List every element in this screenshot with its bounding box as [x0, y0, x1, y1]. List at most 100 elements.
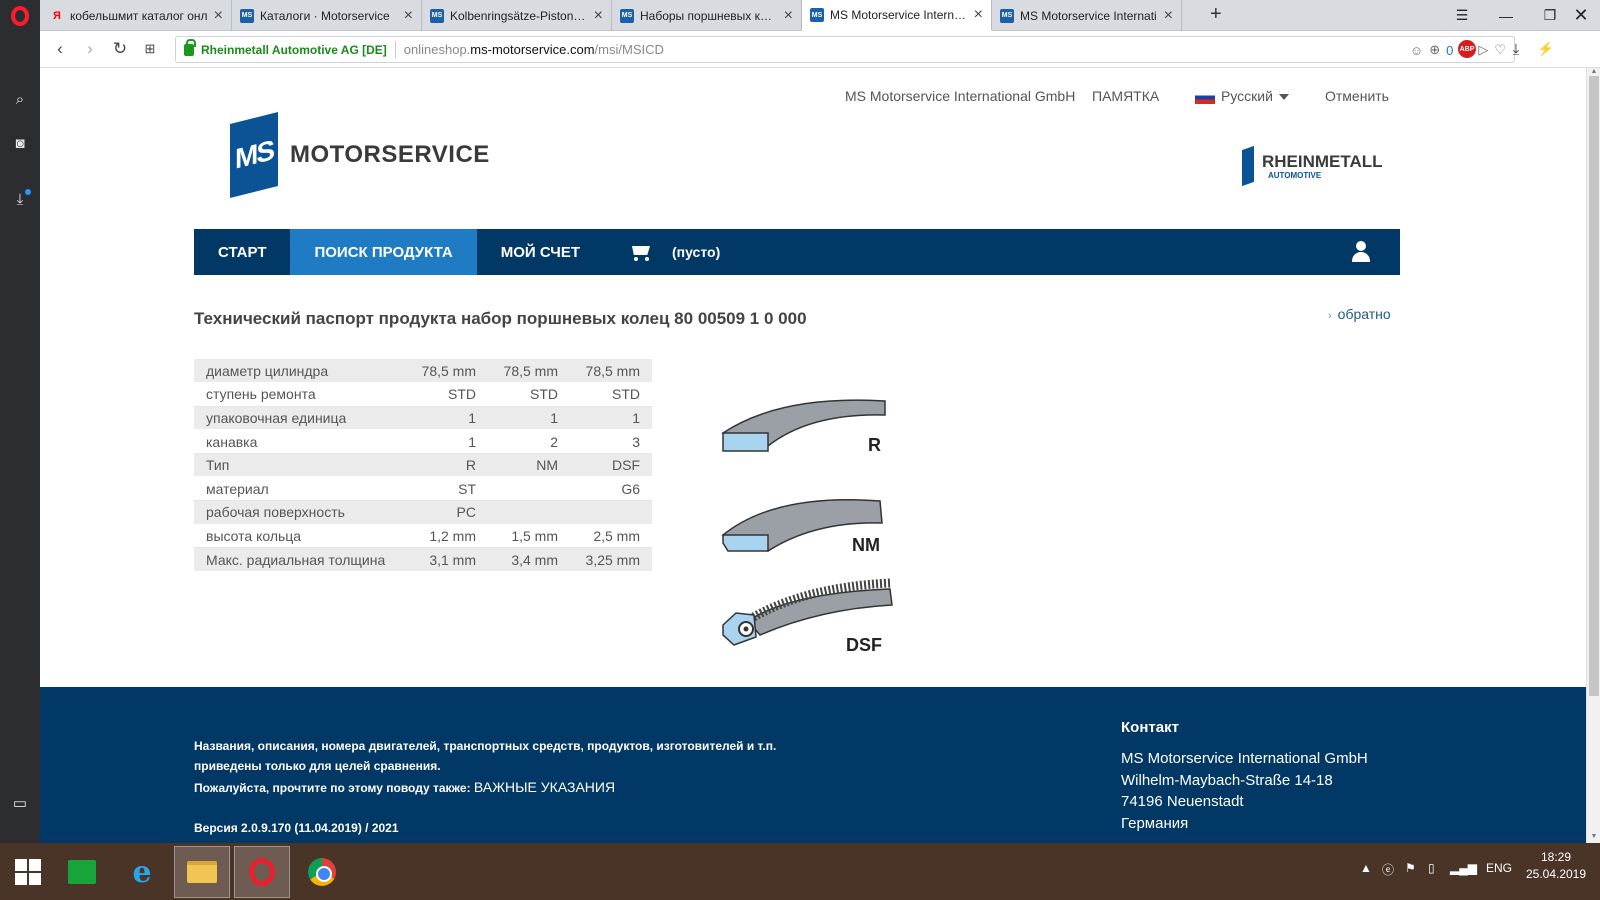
topnav-memo-link[interactable]: ПАМЯТКА: [1092, 88, 1159, 104]
nav-my-account[interactable]: МОЙ СЧЕТ: [477, 229, 604, 275]
tab-title: кобельшмит каталог онл: [70, 8, 208, 23]
taskbar-store[interactable]: [54, 846, 110, 898]
nav-start[interactable]: СТАРТ: [194, 229, 290, 275]
tab-menu-icon[interactable]: ☰: [1440, 0, 1484, 31]
language-label: Русский: [1221, 88, 1273, 104]
reload-icon[interactable]: ↻: [108, 37, 132, 61]
page-title: Технический паспорт продукта набор поршн…: [194, 309, 807, 328]
action-center-flag-icon[interactable]: ⚑: [1405, 861, 1416, 875]
close-tab-icon[interactable]: ×: [214, 7, 223, 24]
table-row: ступень ремонта STD STD STD: [194, 382, 652, 407]
spec-label: ступень ремонта: [194, 382, 406, 407]
spec-value: 3,25 mm: [570, 547, 652, 572]
contact-line: 74196 Neuenstadt: [1121, 793, 1244, 810]
new-tab-plus-icon[interactable]: +: [1210, 3, 1222, 26]
system-clock[interactable]: 18:29 25.04.2019: [1525, 849, 1587, 883]
input-language[interactable]: ENG: [1486, 861, 1512, 875]
table-row: канавка 1 2 3: [194, 429, 652, 454]
close-tab-icon[interactable]: ×: [784, 7, 793, 24]
browser-tab[interactable]: MS MS Motorservice Internati ×: [992, 0, 1182, 31]
back-label: обратно: [1337, 306, 1391, 322]
close-window-icon[interactable]: ✕: [1562, 0, 1600, 31]
language-selector[interactable]: Русский: [1195, 88, 1289, 104]
ms-favicon-icon: MS: [620, 8, 634, 23]
minimize-icon[interactable]: —: [1484, 0, 1528, 31]
spec-value: 1: [488, 406, 570, 431]
spec-value: NM: [488, 453, 570, 478]
battery-icon[interactable]: ▯: [1428, 861, 1435, 875]
browser-tab[interactable]: MS Kolbenringsätze-Piston-rir ×: [422, 0, 612, 31]
spec-label: упаковочная единица: [194, 406, 406, 431]
sidebar-toggle-icon[interactable]: ▭: [8, 791, 32, 815]
browser-tab[interactable]: MS Каталоги · Motorservice ×: [232, 0, 422, 31]
network-signal-icon[interactable]: ▂▄▆: [1450, 861, 1477, 875]
scrollbar-thumb[interactable]: [1589, 76, 1599, 696]
taskbar-chrome[interactable]: [294, 846, 350, 898]
nav-product-search[interactable]: ПОИСК ПРОДУКТА: [290, 229, 477, 275]
internet-explorer-icon: e: [132, 854, 152, 890]
spec-value: 3,1 mm: [406, 547, 488, 572]
speed-dial-grid-icon[interactable]: ⊞: [138, 37, 162, 61]
spec-value: 1,5 mm: [488, 524, 570, 549]
cart-link[interactable]: (пусто): [604, 242, 720, 262]
yandex-favicon-icon: Я: [53, 9, 61, 22]
table-row: диаметр цилиндра 78,5 mm 78,5 mm 78,5 mm: [194, 359, 652, 384]
extension-icon[interactable]: ☺: [1410, 43, 1423, 58]
piston-ring-diagrams: R NM DSF: [721, 399, 893, 653]
start-button[interactable]: [0, 846, 56, 898]
windows-logo-icon: [15, 859, 41, 885]
page-scrollbar[interactable]: ▲ ▼: [1586, 68, 1600, 843]
taskbar-opera[interactable]: [234, 846, 290, 898]
search-icon[interactable]: ⌕: [8, 87, 32, 111]
important-notice-link[interactable]: ВАЖНЫЕ УКАЗАНИЯ: [474, 779, 615, 795]
send-icon[interactable]: ▷: [1478, 42, 1488, 58]
downloads-icon[interactable]: ⤓: [1504, 37, 1528, 61]
url-separator: [394, 41, 396, 58]
taskbar-file-explorer[interactable]: [174, 846, 230, 898]
footer-version: Версия 2.0.9.170 (11.04.2019) / 2021: [194, 821, 399, 835]
topnav-company-link[interactable]: MS Motorservice International GmbH: [845, 88, 1075, 104]
battery-saver-icon[interactable]: ⚡: [1534, 37, 1558, 61]
folder-icon: [187, 861, 217, 883]
zoom-icon[interactable]: ⊕: [1429, 42, 1440, 58]
taskbar-internet-explorer[interactable]: e: [114, 846, 170, 898]
back-link[interactable]: › обратно: [1328, 306, 1391, 322]
opera-menu-button[interactable]: [0, 0, 40, 31]
spec-value: G6: [570, 476, 652, 502]
spec-value: 1,2 mm: [406, 524, 488, 549]
browser-tab-active[interactable]: MS MS Motorservice Internatic ×: [802, 0, 992, 31]
forward-arrow-icon[interactable]: ›: [78, 37, 102, 61]
browser-tab[interactable]: MS Наборы поршневых коле ×: [612, 0, 802, 31]
close-tab-icon[interactable]: ×: [974, 7, 983, 23]
contact-line: MS Motorservice International GmbH: [1121, 750, 1368, 767]
motorservice-logo[interactable]: MS MOTORSERVICE: [230, 112, 490, 198]
clock-date: 25.04.2019: [1525, 867, 1587, 881]
close-tab-icon[interactable]: ×: [1164, 7, 1173, 24]
ms-favicon-icon: MS: [430, 8, 444, 23]
show-hidden-icons-icon[interactable]: ▲: [1360, 861, 1372, 875]
tray-e-icon[interactable]: ⓔ: [1382, 861, 1394, 878]
spec-value: [488, 500, 570, 525]
back-arrow-icon[interactable]: ‹: [48, 37, 72, 61]
spec-value: 2: [488, 429, 570, 454]
user-icon[interactable]: [1350, 241, 1372, 263]
web-page: MS Motorservice International GmbH ПАМЯТ…: [40, 68, 1600, 843]
ring-nm-diagram: NM: [721, 498, 883, 555]
rheinmetall-text: RHEINMETALL: [1262, 151, 1383, 171]
russia-flag-icon: [1195, 90, 1215, 104]
download-icon[interactable]: ⤓: [8, 187, 32, 211]
rheinmetall-logo: RHEINMETALL AUTOMOTIVE: [1242, 145, 1383, 187]
close-tab-icon[interactable]: ×: [594, 7, 603, 24]
adblock-plus-button[interactable]: ABP: [1455, 37, 1479, 61]
spec-value: [488, 476, 570, 502]
address-field[interactable]: Rheinmetall Automotive AG [DE] onlinesho…: [175, 36, 1515, 63]
rheinmetall-mark: [1242, 145, 1254, 187]
browser-tab[interactable]: Якобельшмит каталог онл ×: [42, 0, 232, 31]
table-row: Тип R NM DSF: [194, 453, 652, 478]
close-tab-icon[interactable]: ×: [404, 7, 413, 24]
chrome-icon: [308, 858, 336, 886]
camera-icon[interactable]: ◙: [8, 131, 32, 155]
blocker-counter: 0: [1446, 42, 1454, 58]
topnav-cancel-link[interactable]: Отменить: [1325, 88, 1389, 104]
scroll-down-icon[interactable]: ▼: [1587, 833, 1600, 843]
